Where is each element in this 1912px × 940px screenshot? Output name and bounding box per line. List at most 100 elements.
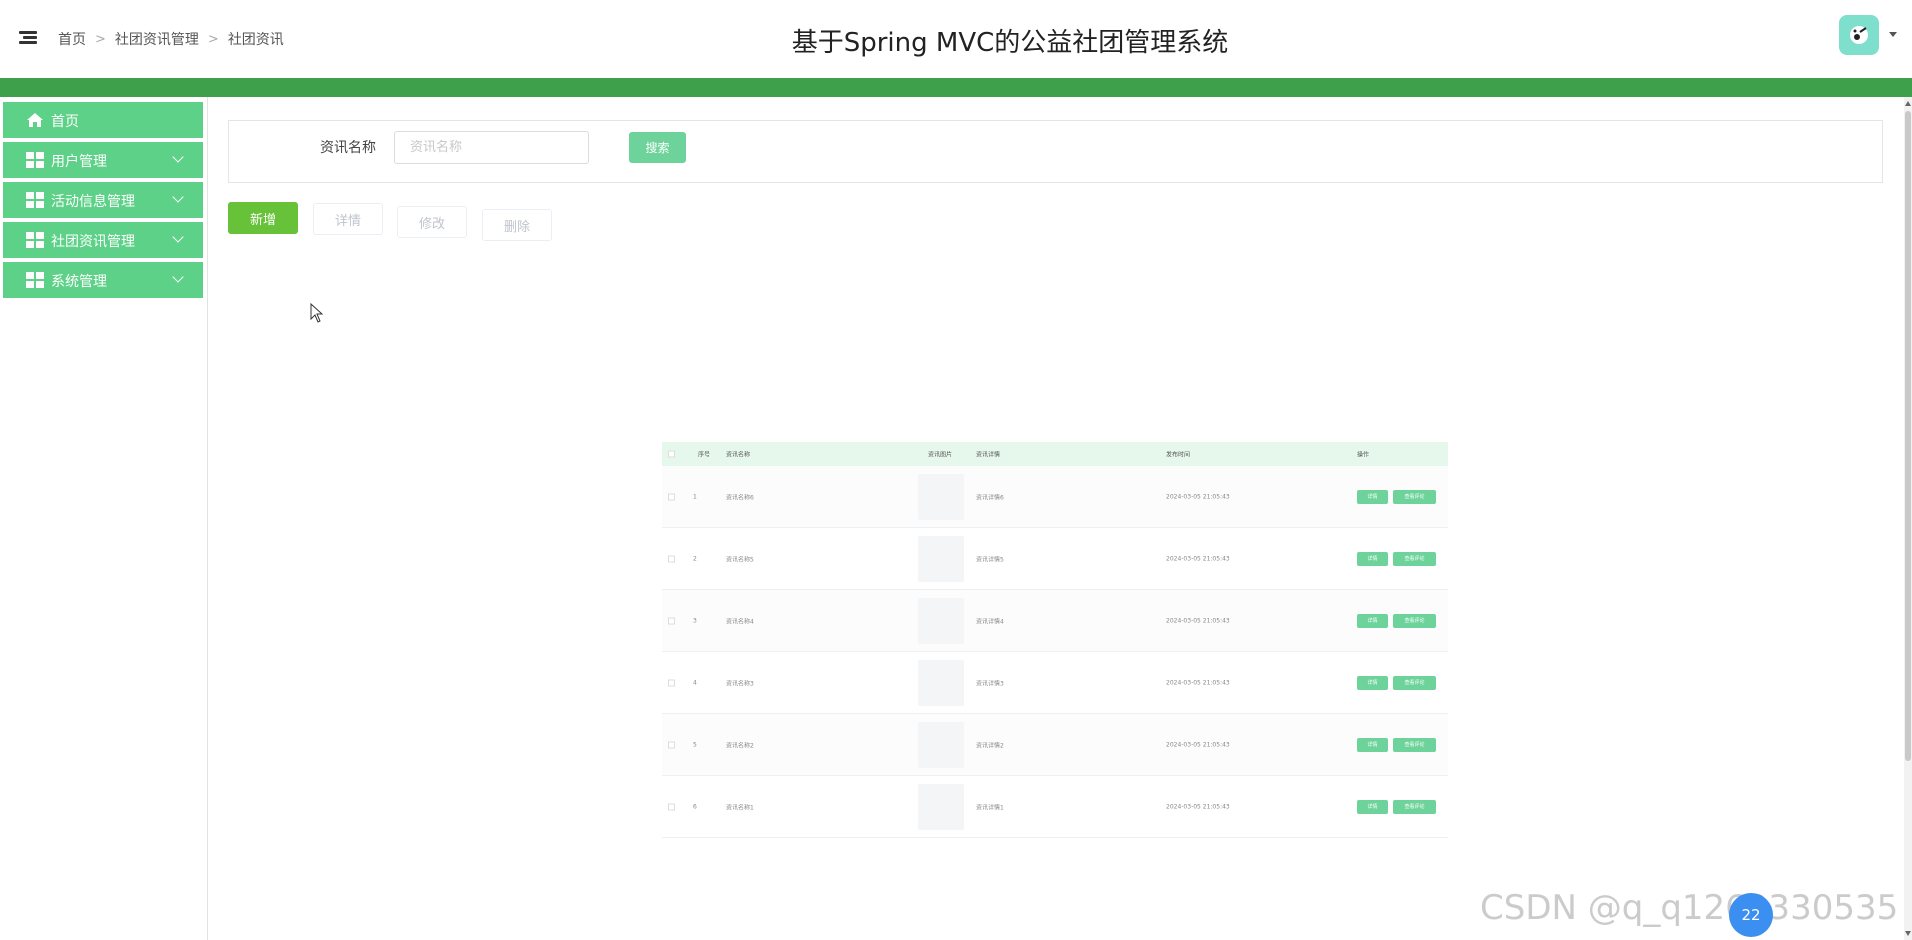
row-index: 2 [693, 555, 697, 562]
row-comments-button[interactable]: 查看评论 [1393, 613, 1436, 628]
sidebar-item-label: 用户管理 [51, 154, 107, 170]
row-detail-button[interactable]: 详情 [1357, 737, 1388, 752]
table-row[interactable]: 6 资讯名称1 资讯详情1 2024-03-05 21:05:43 详情 查看评… [662, 776, 1448, 838]
header-actions: 操作 [1357, 451, 1370, 459]
sidebar-item-home[interactable]: 首页 [3, 102, 203, 138]
chevron-down-icon [172, 191, 184, 203]
grid-icon [26, 152, 44, 168]
row-checkbox[interactable] [668, 617, 675, 624]
home-icon [27, 113, 43, 127]
row-name: 资讯名称2 [726, 742, 754, 749]
table-row[interactable]: 3 资讯名称4 资讯详情4 2024-03-05 21:05:43 详情 查看评… [662, 590, 1448, 652]
header-accent-bar [0, 78, 1912, 97]
avatar[interactable] [1839, 15, 1879, 55]
row-checkbox[interactable] [668, 679, 675, 686]
search-input[interactable] [394, 131, 589, 164]
sidebar-item-activity-management[interactable]: 活动信息管理 [3, 182, 203, 218]
header-time: 发布时间 [1166, 451, 1191, 459]
row-index: 6 [693, 803, 697, 810]
edit-button[interactable]: 修改 [397, 206, 467, 238]
sidebar-item-label: 活动信息管理 [51, 194, 135, 210]
chevron-down-icon[interactable] [1889, 32, 1897, 37]
row-time: 2024-03-05 21:05:43 [1166, 555, 1230, 562]
table-body: 1 资讯名称6 资讯详情6 2024-03-05 21:05:43 详情 查看评… [662, 466, 1448, 838]
table-row[interactable]: 4 资讯名称3 资讯详情3 2024-03-05 21:05:43 详情 查看评… [662, 652, 1448, 714]
row-comments-button[interactable]: 查看评论 [1393, 737, 1436, 752]
delete-button[interactable]: 删除 [482, 209, 552, 241]
page-scrollbar[interactable] [1904, 97, 1912, 940]
add-button[interactable]: 新增 [228, 202, 298, 234]
scroll-up-icon[interactable] [1905, 101, 1911, 106]
row-image [918, 783, 964, 830]
row-index: 5 [693, 741, 697, 748]
row-time: 2024-03-05 21:05:43 [1166, 803, 1230, 810]
table-row[interactable]: 1 资讯名称6 资讯详情6 2024-03-05 21:05:43 详情 查看评… [662, 466, 1448, 528]
header-index: 序号 [698, 451, 711, 459]
sidebar-item-label: 社团资讯管理 [51, 234, 135, 250]
row-detail-button[interactable]: 详情 [1357, 551, 1388, 566]
row-detail-button[interactable]: 详情 [1357, 675, 1388, 690]
row-checkbox[interactable] [668, 741, 675, 748]
scroll-down-icon[interactable] [1905, 931, 1911, 936]
row-detail-button[interactable]: 详情 [1357, 613, 1388, 628]
header-name: 资讯名称 [726, 451, 751, 459]
row-time: 2024-03-05 21:05:43 [1166, 617, 1230, 624]
grid-icon [26, 192, 44, 208]
row-detail: 资讯详情3 [976, 680, 1004, 687]
sidebar-item-user-management[interactable]: 用户管理 [3, 142, 203, 178]
chevron-down-icon [172, 231, 184, 243]
search-label: 资讯名称 [320, 140, 376, 156]
row-detail: 资讯详情1 [976, 804, 1004, 811]
row-name: 资讯名称1 [726, 804, 754, 811]
row-name: 资讯名称6 [726, 494, 754, 501]
row-name: 资讯名称5 [726, 556, 754, 563]
avatar-icon [1850, 26, 1868, 44]
row-image [918, 473, 964, 520]
news-table: 序号 资讯名称 资讯图片 资讯详情 发布时间 操作 1 资讯名称6 资讯详情6 … [662, 442, 1448, 838]
header-detail: 资讯详情 [976, 451, 1001, 459]
detail-button[interactable]: 详情 [313, 203, 383, 235]
row-detail: 资讯详情2 [976, 742, 1004, 749]
grid-icon [26, 272, 44, 288]
row-comments-button[interactable]: 查看评论 [1393, 675, 1436, 690]
scrollbar-thumb[interactable] [1905, 111, 1911, 761]
search-button[interactable]: 搜索 [629, 132, 686, 163]
row-name: 资讯名称4 [726, 618, 754, 625]
row-detail-button[interactable]: 详情 [1357, 489, 1388, 504]
chevron-down-icon [172, 271, 184, 283]
row-detail: 资讯详情6 [976, 494, 1004, 501]
sidebar-item-label: 首页 [51, 114, 79, 130]
row-comments-button[interactable]: 查看评论 [1393, 551, 1436, 566]
sidebar-item-club-news-management[interactable]: 社团资讯管理 [3, 222, 203, 258]
row-time: 2024-03-05 21:05:43 [1166, 679, 1230, 686]
row-index: 1 [693, 493, 697, 500]
top-header: 首页 > 社团资讯管理 > 社团资讯 基于Spring MVC的公益社团管理系统 [0, 0, 1912, 78]
select-all-checkbox[interactable] [668, 450, 675, 458]
table-row[interactable]: 5 资讯名称2 资讯详情2 2024-03-05 21:05:43 详情 查看评… [662, 714, 1448, 776]
row-time: 2024-03-05 21:05:43 [1166, 741, 1230, 748]
sidebar-item-label: 系统管理 [51, 274, 107, 290]
page-title: 基于Spring MVC的公益社团管理系统 [791, 28, 1229, 58]
row-comments-button[interactable]: 查看评论 [1393, 799, 1436, 814]
row-checkbox[interactable] [668, 493, 675, 500]
row-image [918, 535, 964, 582]
row-index: 4 [693, 679, 697, 686]
row-detail: 资讯详情5 [976, 556, 1004, 563]
sidebar: 首页 用户管理 活动信息管理 社团资讯管理 系统管理 [0, 97, 208, 940]
row-checkbox[interactable] [668, 803, 675, 810]
row-comments-button[interactable]: 查看评论 [1393, 489, 1436, 504]
row-index: 3 [693, 617, 697, 624]
watermark: CSDN @q_q1262330535 [1480, 888, 1899, 928]
table-row[interactable]: 2 资讯名称5 资讯详情5 2024-03-05 21:05:43 详情 查看评… [662, 528, 1448, 590]
row-name: 资讯名称3 [726, 680, 754, 687]
row-detail: 资讯详情4 [976, 618, 1004, 625]
row-checkbox[interactable] [668, 555, 675, 562]
mouse-cursor-icon [310, 303, 324, 323]
sidebar-item-system-management[interactable]: 系统管理 [3, 262, 203, 298]
table-header: 序号 资讯名称 资讯图片 资讯详情 发布时间 操作 [662, 442, 1448, 466]
row-detail-button[interactable]: 详情 [1357, 799, 1388, 814]
grid-icon [26, 232, 44, 248]
row-image [918, 721, 964, 768]
chevron-down-icon [172, 151, 184, 163]
notification-bubble[interactable]: 22 [1729, 893, 1773, 937]
